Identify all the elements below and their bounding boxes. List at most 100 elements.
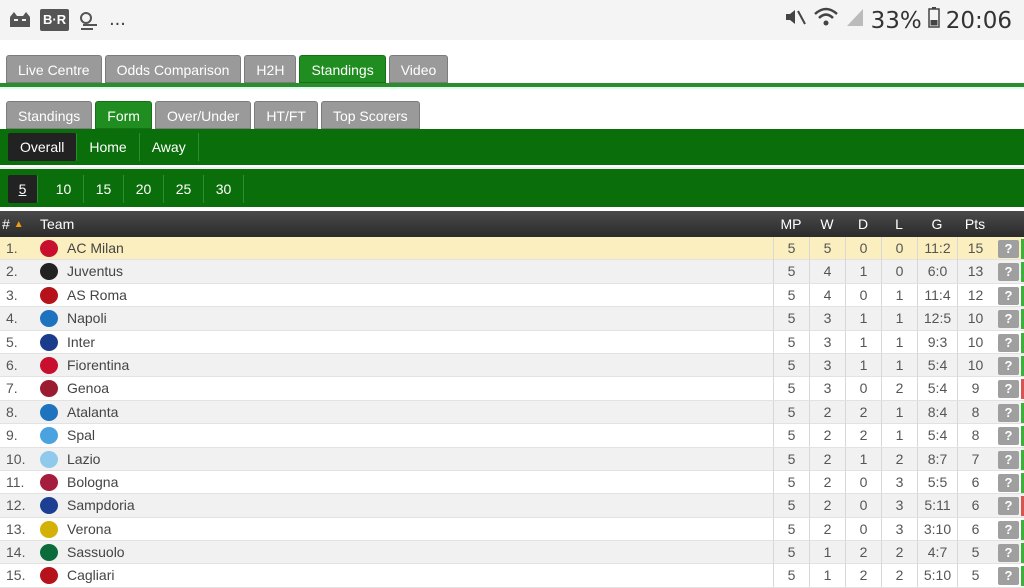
match-count-20[interactable]: 20	[124, 175, 164, 203]
team-name-cell[interactable]: Sassuolo	[67, 541, 125, 564]
team-logo-icon	[40, 263, 58, 281]
goals-cell: 5:4	[917, 424, 957, 448]
team-name-cell[interactable]: Inter	[67, 331, 95, 354]
mp-cell: 5	[773, 330, 809, 354]
team-name-cell[interactable]: Lazio	[67, 448, 100, 471]
goals-cell: 11:4	[917, 283, 957, 307]
sub-tab-ht-ft[interactable]: HT/FT	[254, 101, 318, 129]
wins-cell: 2	[809, 470, 845, 494]
info-button[interactable]: ?	[998, 286, 1019, 305]
mp-cell: 5	[773, 517, 809, 541]
points-cell: 8	[957, 400, 993, 424]
header-l[interactable]: L	[881, 211, 917, 237]
rank-cell: 10.	[6, 450, 26, 467]
info-button[interactable]: ?	[998, 450, 1019, 469]
table-row[interactable]: 2. Juventus 5 4 1 0 6:0 13?	[0, 260, 1024, 284]
rank-cell: 1.	[6, 240, 18, 256]
rank-cell: 8.	[6, 403, 18, 420]
team-name-cell[interactable]: Bologna	[67, 471, 118, 494]
mp-cell: 5	[773, 400, 809, 424]
table-row[interactable]: 11. Bologna 5 2 0 3 5:5 6?	[0, 470, 1024, 495]
header-w[interactable]: W	[809, 211, 845, 237]
sub-tab-standings[interactable]: Standings	[6, 101, 93, 129]
match-count-25[interactable]: 25	[164, 175, 204, 203]
info-button[interactable]: ?	[998, 380, 1019, 399]
info-button[interactable]: ?	[998, 310, 1019, 329]
table-row[interactable]: 14. Sassuolo 5 1 2 2 4:7 5?	[0, 541, 1024, 565]
status-bar: B·R ... 33% 20:06	[0, 0, 1024, 40]
main-tab-odds-comparison[interactable]: Odds Comparison	[104, 55, 242, 83]
table-row[interactable]: 3. AS Roma 5 4 0 1 11:4 12?	[0, 283, 1024, 308]
venue-tab-away[interactable]: Away	[140, 133, 199, 161]
wins-cell: 2	[809, 447, 845, 471]
venue-tabs: Overall Home Away	[0, 129, 1024, 165]
team-name-cell[interactable]: Napoli	[67, 307, 107, 330]
match-count-30[interactable]: 30	[204, 175, 244, 203]
header-rank[interactable]: # ▲	[2, 211, 24, 237]
table-row[interactable]: 9. Spal 5 2 2 1 5:4 8?	[0, 424, 1024, 448]
sub-tab-top-scorers[interactable]: Top Scorers	[320, 101, 420, 129]
points-cell: 10	[957, 330, 993, 354]
table-row[interactable]: 12. Sampdoria 5 2 0 3 5:11 6?	[0, 494, 1024, 518]
table-row[interactable]: 10. Lazio 5 2 1 2 8:7 7?	[0, 447, 1024, 471]
header-team[interactable]: Team	[40, 211, 74, 237]
draws-cell: 1	[845, 330, 881, 354]
team-name-cell[interactable]: AS Roma	[67, 284, 127, 307]
signal-icon	[845, 6, 865, 35]
goals-cell: 9:3	[917, 330, 957, 354]
header-pts[interactable]: Pts	[957, 211, 993, 237]
goals-cell: 4:7	[917, 541, 957, 565]
venue-tab-home[interactable]: Home	[77, 133, 140, 161]
table-row[interactable]: 4. Napoli 5 3 1 1 12:5 10?	[0, 307, 1024, 331]
info-button[interactable]: ?	[998, 356, 1019, 375]
header-g[interactable]: G	[917, 211, 957, 237]
points-cell: 7	[957, 447, 993, 471]
match-count-5[interactable]: 5	[8, 175, 38, 203]
draws-cell: 0	[845, 517, 881, 541]
table-row[interactable]: 6. Fiorentina 5 3 1 1 5:4 10?	[0, 353, 1024, 378]
draws-cell: 0	[845, 237, 881, 260]
team-name-cell[interactable]: Juventus	[67, 260, 123, 283]
info-button[interactable]: ?	[998, 497, 1019, 516]
points-cell: 10	[957, 307, 993, 331]
main-tab-h2h[interactable]: H2H	[244, 55, 297, 83]
info-button[interactable]: ?	[998, 473, 1019, 492]
info-button[interactable]: ?	[998, 567, 1019, 586]
table-row[interactable]: 5. Inter 5 3 1 1 9:3 10?	[0, 330, 1024, 354]
team-name-cell[interactable]: Atalanta	[67, 401, 118, 424]
main-tab-live-centre[interactable]: Live Centre	[6, 55, 102, 83]
table-row[interactable]: 1. AC Milan 5 5 0 0 11:2 15?	[0, 237, 1024, 261]
header-mp[interactable]: MP	[773, 211, 809, 237]
team-name-cell[interactable]: Genoa	[67, 377, 109, 400]
team-logo-icon	[40, 403, 58, 421]
info-button[interactable]: ?	[998, 403, 1019, 422]
table-row[interactable]: 8. Atalanta 5 2 2 1 8:4 8?	[0, 400, 1024, 425]
info-button[interactable]: ?	[998, 427, 1019, 446]
main-tab-video[interactable]: Video	[388, 55, 449, 83]
table-row[interactable]: 7. Genoa 5 3 0 2 5:4 9?	[0, 377, 1024, 401]
team-name-cell[interactable]: Verona	[67, 518, 111, 541]
table-row[interactable]: 13. Verona 5 2 0 3 3:10 6?	[0, 517, 1024, 542]
team-name-cell[interactable]: AC Milan	[67, 237, 124, 260]
sub-tab-over-under[interactable]: Over/Under	[154, 101, 252, 129]
team-name-cell[interactable]: Spal	[67, 424, 95, 447]
team-name-cell[interactable]: Fiorentina	[67, 354, 129, 377]
info-button[interactable]: ?	[998, 240, 1019, 258]
info-button[interactable]: ?	[998, 520, 1019, 539]
info-button[interactable]: ?	[998, 333, 1019, 352]
team-logo-icon	[40, 520, 58, 538]
main-tab-standings[interactable]: Standings	[299, 55, 386, 83]
table-row[interactable]: 15. Cagliari 5 1 2 2 5:10 5?	[0, 564, 1024, 588]
mp-cell: 5	[773, 260, 809, 284]
draws-cell: 2	[845, 424, 881, 448]
info-button[interactable]: ?	[998, 263, 1019, 282]
losses-cell: 1	[881, 330, 917, 354]
rank-cell: 7.	[6, 380, 18, 397]
header-d[interactable]: D	[845, 211, 881, 237]
info-button[interactable]: ?	[998, 544, 1019, 563]
match-count-10[interactable]: 10	[44, 175, 84, 203]
match-count-15[interactable]: 15	[84, 175, 124, 203]
sub-tab-form[interactable]: Form	[95, 101, 152, 129]
venue-tab-overall[interactable]: Overall	[8, 133, 78, 161]
team-name-cell[interactable]: Sampdoria	[67, 494, 135, 517]
